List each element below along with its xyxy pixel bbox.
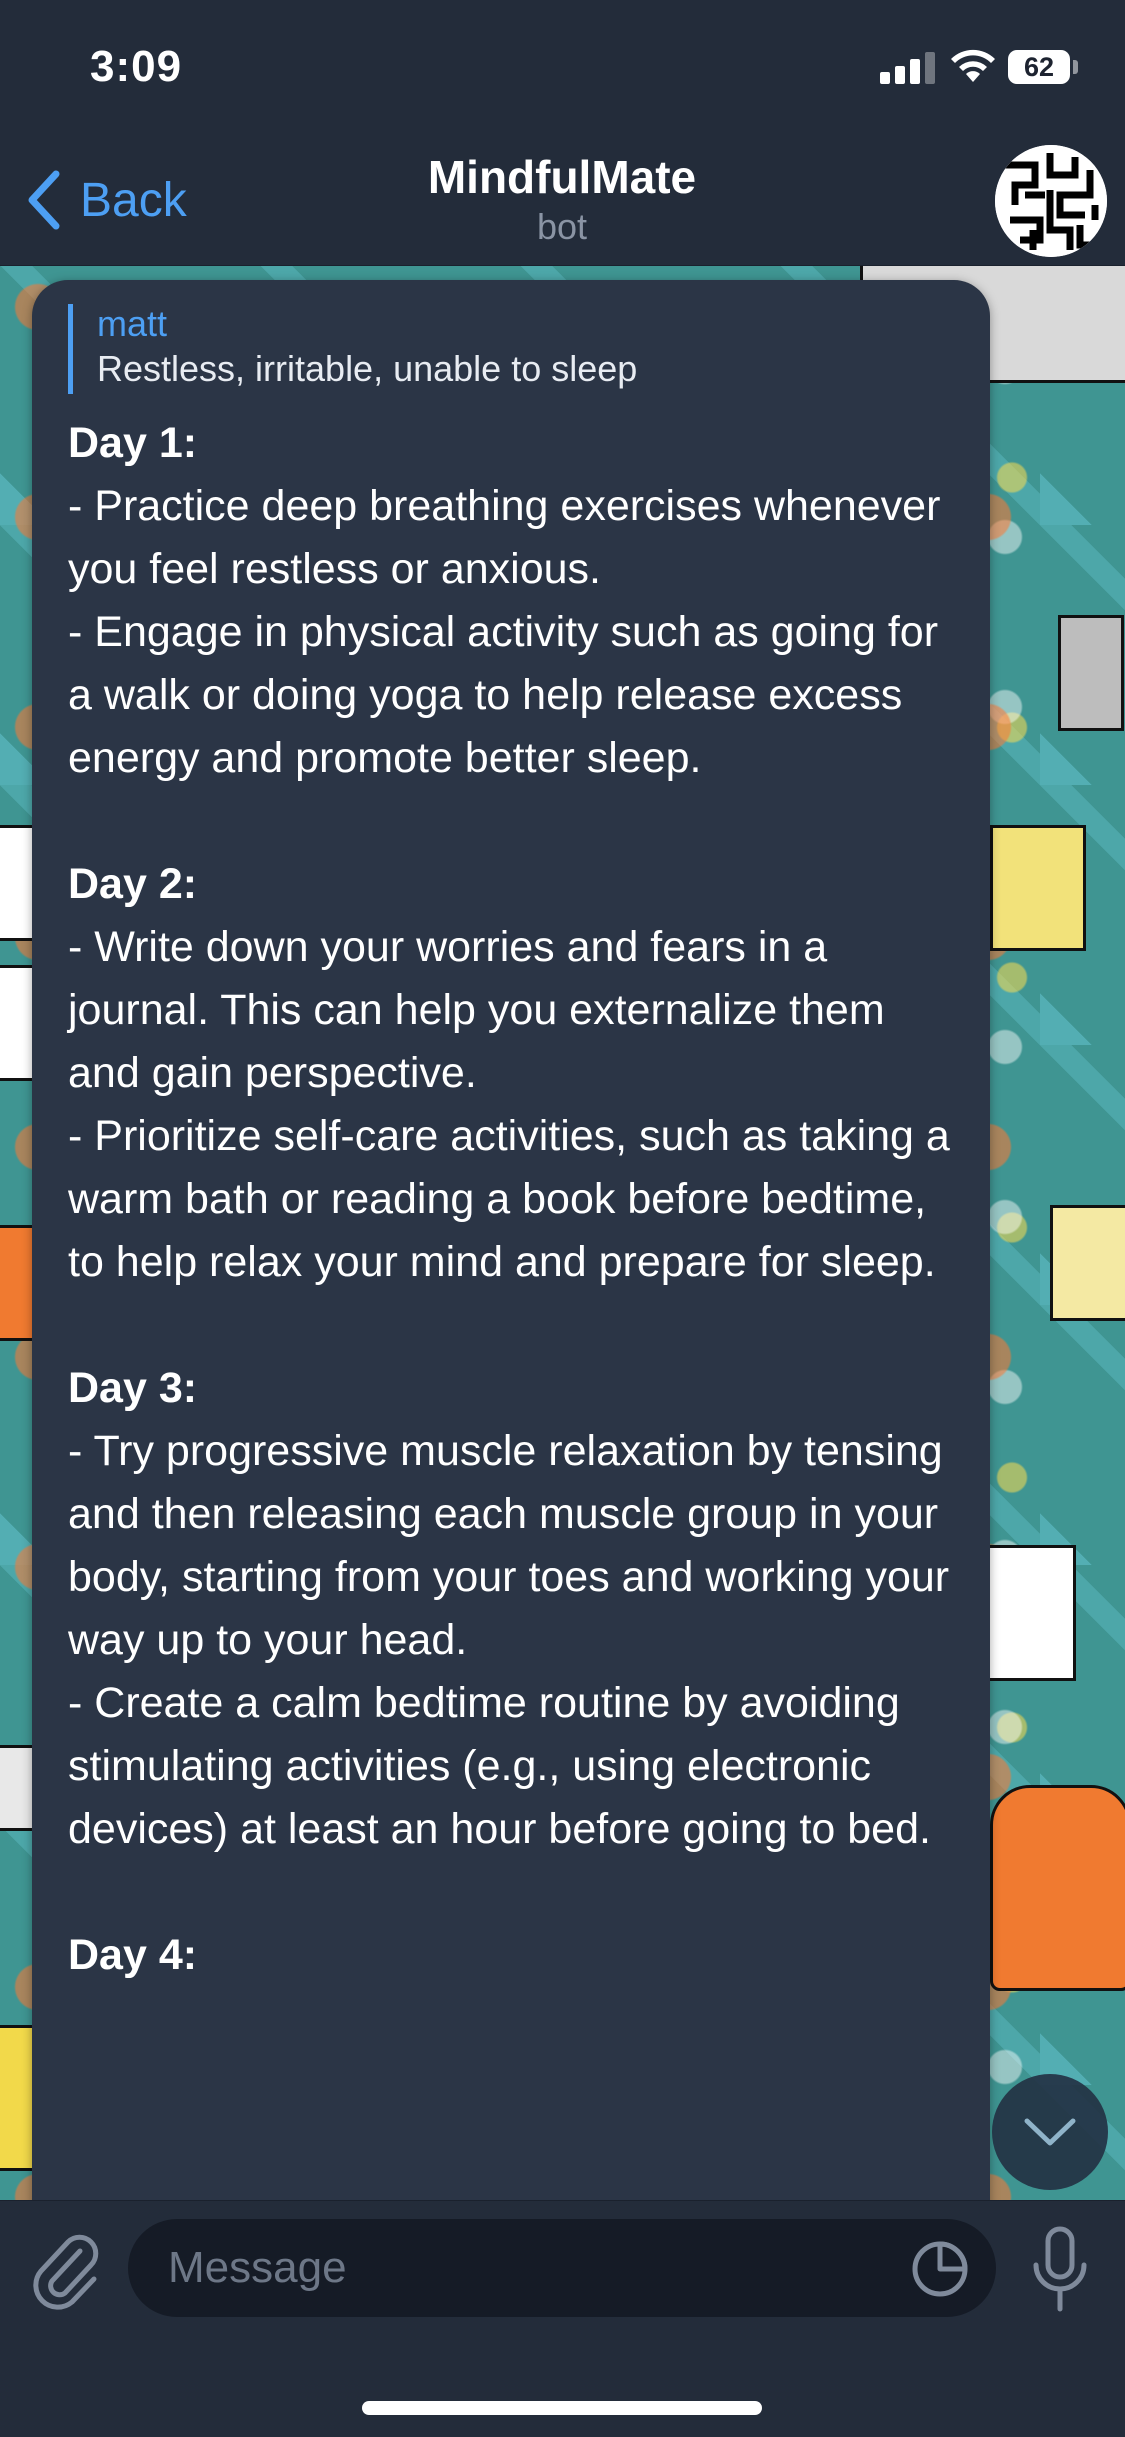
wallpaper-left-sticker-1 — [0, 825, 36, 941]
paperclip-icon[interactable] — [28, 2229, 102, 2311]
input-bar — [0, 2200, 1125, 2437]
status-time: 3:09 — [90, 42, 183, 91]
day-tip: - Prioritize self-care activities, such … — [68, 1112, 950, 1286]
chat-title[interactable]: MindfulMate — [262, 150, 862, 204]
chat-subtitle: bot — [536, 206, 588, 247]
reply-author: matt — [97, 303, 168, 344]
day-tip: - Write down your worries and fears in a… — [68, 923, 885, 1097]
battery-tip — [1073, 60, 1078, 74]
chevron-down-icon — [1024, 2118, 1076, 2146]
wallpaper-creature-sticker — [990, 1785, 1125, 1991]
day-title: Day 1: — [68, 419, 198, 467]
wallpaper-left-sticker-3 — [0, 1225, 36, 1341]
reply-text: Restless, irritable, unable to sleep — [97, 348, 638, 389]
day-block: Day 4: — [68, 1924, 968, 1987]
day-block: Day 3: - Try progressive muscle relaxati… — [68, 1357, 968, 1861]
wallpaper-left-sticker-2 — [0, 965, 36, 1081]
wallpaper-note-sticker — [1050, 1205, 1125, 1321]
scroll-down-button[interactable] — [992, 2074, 1108, 2190]
day-title: Day 3: — [68, 1364, 198, 1412]
wallpaper-left-sticker-4 — [0, 1745, 36, 1831]
bot-avatar[interactable] — [995, 145, 1107, 257]
day-block: Day 1: - Practice deep breathing exercis… — [68, 412, 968, 790]
wallpaper-folder-sticker — [990, 825, 1086, 951]
reply-quote[interactable]: matt Restless, irritable, unable to slee… — [68, 304, 977, 394]
day-tip: - Practice deep breathing exercises when… — [68, 482, 941, 593]
wallpaper-left-sticker-5 — [0, 2025, 36, 2171]
microphone-icon[interactable] — [1030, 2225, 1090, 2315]
day-title: Day 2: — [68, 860, 198, 908]
cellular-signal-icon — [880, 52, 938, 84]
maze-avatar-icon — [995, 145, 1107, 257]
day-tip: - Create a calm bedtime routine by avoid… — [68, 1679, 931, 1853]
sticker-icon[interactable] — [910, 2239, 970, 2299]
message-bubble[interactable]: matt Restless, irritable, unable to slee… — [32, 280, 990, 2240]
day-tip: - Try progressive muscle relaxation by t… — [68, 1427, 950, 1664]
status-bar: 3:09 62 — [0, 0, 1125, 140]
chevron-left-icon — [28, 170, 60, 230]
wallpaper-pokeball-doc-sticker — [985, 1545, 1076, 1681]
battery-level: 62 — [1023, 51, 1055, 82]
day-title: Day 4: — [68, 1931, 198, 1979]
message-input[interactable] — [128, 2219, 996, 2317]
back-button[interactable]: Back — [22, 168, 187, 232]
battery-indicator: 62 — [1008, 50, 1070, 84]
chat-header: Back MindfulMate bot — [0, 140, 1125, 266]
back-label: Back — [80, 173, 187, 227]
wifi-icon — [951, 49, 995, 82]
home-indicator — [362, 2401, 762, 2415]
day-tip: - Engage in physical activity such as go… — [68, 608, 939, 782]
day-block: Day 2: - Write down your worries and fea… — [68, 853, 968, 1294]
wallpaper-pencil-cup-sticker — [1058, 615, 1124, 731]
message-text: Day 1: - Practice deep breathing exercis… — [68, 412, 968, 2050]
